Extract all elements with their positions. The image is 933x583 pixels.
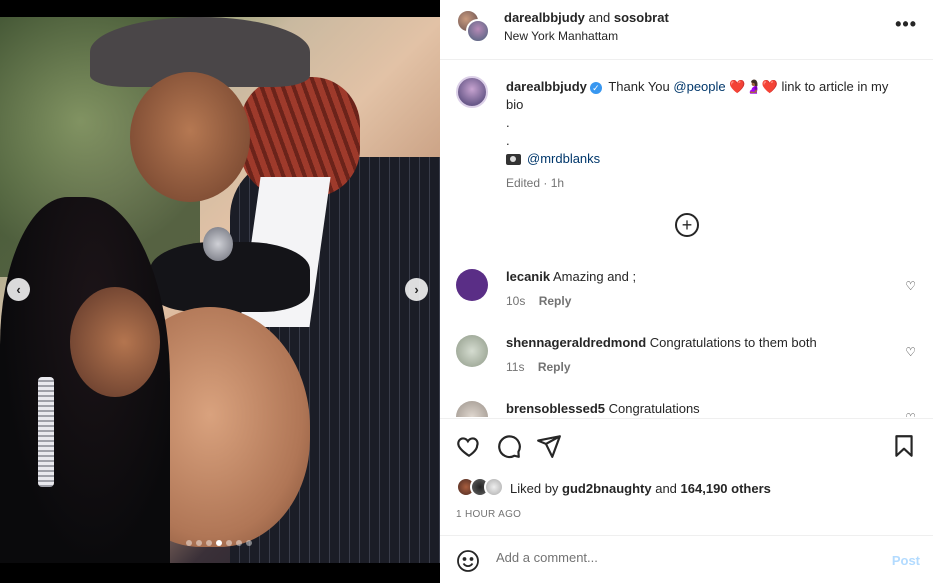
caption-dot: . <box>506 133 510 148</box>
comments-list[interactable]: lecanik Amazing and ; 10s Reply ♡ shenna… <box>440 255 933 417</box>
likes-prefix: Liked by <box>510 480 559 496</box>
conjunction-text: and <box>588 10 611 25</box>
more-options-button[interactable]: ••• <box>895 14 917 35</box>
post-timestamp: 1 HOUR AGO <box>456 509 522 520</box>
comment-text: shennageraldredmond Congratulations to t… <box>506 335 886 350</box>
post-details-panel: darealbbjudy and sosobrat New York Manha… <box>440 0 933 583</box>
camera-icon <box>506 154 521 166</box>
chevron-left-icon: ‹ <box>16 282 21 297</box>
likes-summary: Liked by gud2bnaughty and 164,190 others <box>456 477 771 499</box>
comment-meta: 10s Reply <box>506 294 571 308</box>
photo-second-face <box>70 287 160 397</box>
comment-username[interactable]: shennageraldredmond <box>506 335 646 350</box>
avatar[interactable] <box>466 19 490 43</box>
carousel-dot <box>246 540 252 546</box>
load-more-comments-button[interactable]: + <box>675 213 699 237</box>
bookmark-icon <box>895 435 913 457</box>
reply-button[interactable]: Reply <box>538 360 571 374</box>
collab-avatars[interactable] <box>456 9 492 45</box>
username-link[interactable]: sosobrat <box>614 10 669 25</box>
heart-outline-icon <box>457 437 479 458</box>
location-link[interactable]: New York Manhattam <box>504 29 618 43</box>
photo-locket <box>203 227 233 261</box>
like-button[interactable] <box>456 433 482 459</box>
photo-face <box>130 72 250 202</box>
carousel-dot <box>236 540 242 546</box>
comment-body: Amazing and ; <box>553 269 637 284</box>
heart-outline-icon: ♡ <box>905 279 916 293</box>
avatar[interactable] <box>456 269 488 301</box>
reply-button[interactable]: Reply <box>539 294 572 308</box>
heart-emoji-icon: ❤️ <box>761 79 778 94</box>
comment-body: Congratulations <box>608 401 700 416</box>
likes-and: and <box>655 480 677 496</box>
post-header: darealbbjudy and sosobrat New York Manha… <box>440 0 933 60</box>
comment-time: 11s <box>506 360 525 374</box>
send-icon <box>537 435 561 458</box>
comment-username[interactable]: lecanik <box>506 269 550 284</box>
caption-text: darealbbjudy ✓ Thank You @people ❤️🤰🏾❤️ l… <box>506 78 906 168</box>
heart-emoji-icon: ❤️ <box>729 79 746 94</box>
carousel-dot <box>206 540 212 546</box>
comment-input[interactable] <box>496 550 876 565</box>
carousel-next-button[interactable]: › <box>405 278 428 301</box>
caption-dot: . <box>506 115 510 130</box>
post-comment-button[interactable]: Post <box>892 553 920 568</box>
comment-username[interactable]: brensoblessed5 <box>506 401 605 416</box>
post-media: ‹ › <box>0 0 440 583</box>
carousel-dot <box>216 540 222 546</box>
liker-username[interactable]: gud2bnaughty <box>562 481 652 496</box>
comment-text: lecanik Amazing and ; <box>506 269 886 284</box>
comment-like-button[interactable]: ♡ <box>905 345 916 359</box>
more-horizontal-icon: ••• <box>895 14 917 34</box>
avatar <box>484 477 504 497</box>
chevron-right-icon: › <box>414 282 419 297</box>
avatar[interactable] <box>456 335 488 367</box>
pregnant-emoji-icon: 🤰🏾 <box>745 79 762 94</box>
share-button[interactable] <box>536 433 562 459</box>
heart-outline-icon: ♡ <box>905 345 916 359</box>
caption-text-before: Thank You <box>608 79 670 94</box>
comment-like-button[interactable]: ♡ <box>905 411 916 417</box>
caption-mention[interactable]: @mrdblanks <box>527 151 600 166</box>
likes-count-link[interactable]: 164,190 others <box>681 481 771 496</box>
carousel-dot <box>226 540 232 546</box>
comment-meta: 11s Reply <box>506 360 571 374</box>
carousel-dots <box>186 540 252 546</box>
avatar[interactable] <box>456 401 488 417</box>
carousel-prev-button[interactable]: ‹ <box>7 278 30 301</box>
emoji-picker-button[interactable] <box>456 549 480 573</box>
carousel-dot <box>196 540 202 546</box>
avatar[interactable] <box>456 76 488 108</box>
comment-like-button[interactable]: ♡ <box>905 279 916 293</box>
plus-circle-icon: + <box>681 215 693 235</box>
save-button[interactable] <box>891 433 917 459</box>
caption-edited-time: Edited · 1h <box>506 176 565 190</box>
comment-time: 10s <box>506 294 526 308</box>
collab-usernames: darealbbjudy and sosobrat <box>504 10 669 25</box>
username-link[interactable]: darealbbjudy <box>504 10 585 25</box>
caption-mention[interactable]: @people <box>673 79 725 94</box>
comment-button[interactable] <box>496 433 522 459</box>
add-comment-bar: Post <box>440 537 933 583</box>
comment-bubble-icon <box>498 435 521 459</box>
post-actions: Liked by gud2bnaughty and 164,190 others… <box>440 418 933 536</box>
photo-earring <box>38 377 54 487</box>
verified-badge-icon: ✓ <box>589 81 602 94</box>
liker-avatars <box>456 477 506 499</box>
heart-outline-icon: ♡ <box>905 411 916 417</box>
comment-body: Congratulations to them both <box>649 335 817 350</box>
caption-username[interactable]: darealbbjudy <box>506 79 587 94</box>
post-photo[interactable] <box>0 17 440 563</box>
smiley-icon <box>457 550 479 572</box>
carousel-dot <box>186 540 192 546</box>
comment-text: brensoblessed5 Congratulations <box>506 401 886 416</box>
